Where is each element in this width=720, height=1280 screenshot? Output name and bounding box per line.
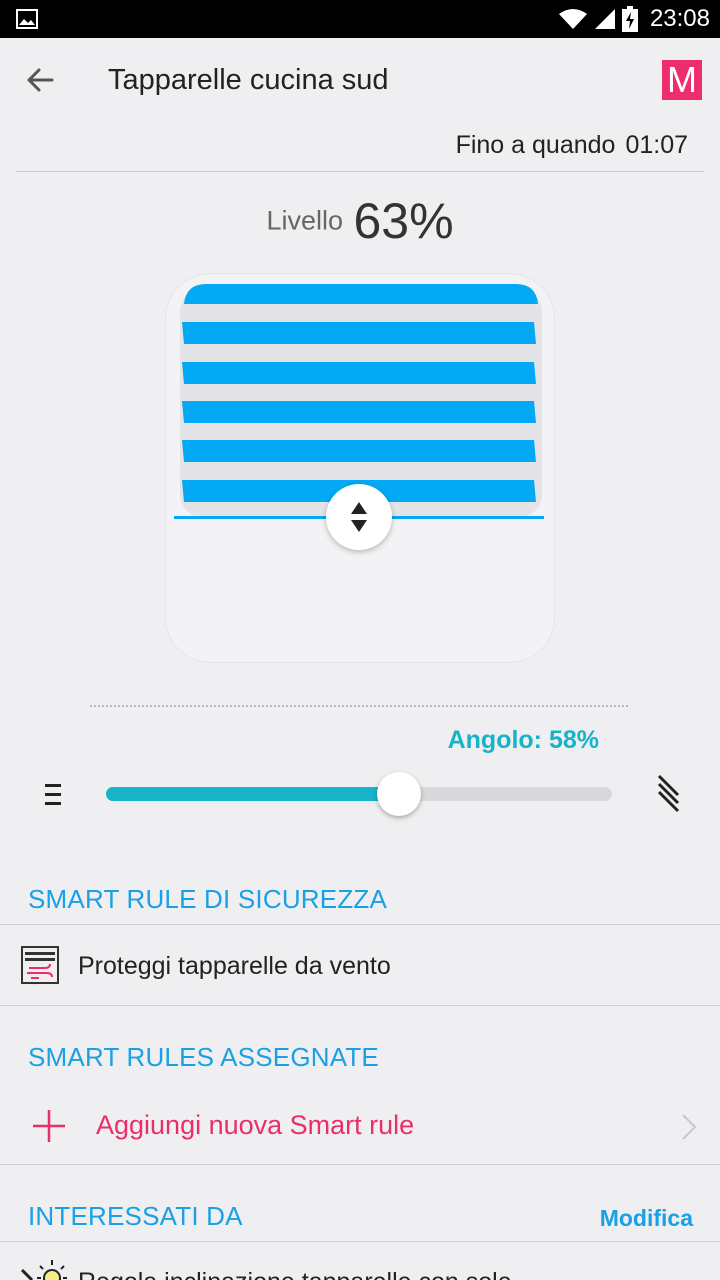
- affected-rule-label: Regola inclinazione tapparelle con sole: [78, 1268, 512, 1280]
- signal-icon: [594, 9, 615, 29]
- security-rule-item[interactable]: Proteggi tapparelle da vento: [0, 925, 720, 1005]
- edit-button[interactable]: Modifica: [600, 1205, 693, 1232]
- angle-slider[interactable]: [106, 772, 612, 816]
- section-title-affected: INTERESSATI DA: [28, 1201, 243, 1231]
- slats-tilted-icon: [657, 774, 680, 813]
- blind-slat: [184, 284, 538, 304]
- add-smart-rule-row[interactable]: Aggiungi nuova Smart rule: [0, 1090, 720, 1162]
- divider: [0, 1005, 720, 1006]
- security-rule-label: Proteggi tapparelle da vento: [78, 952, 391, 980]
- level-display: Livello 63%: [0, 192, 720, 250]
- angle-slider-fill: [106, 787, 399, 801]
- blind-illustration: [174, 284, 544, 519]
- level-label: Livello: [266, 205, 343, 236]
- angle-label: Angolo: 58%: [447, 726, 599, 754]
- section-title-security: SMART RULE DI SICUREZZA: [28, 884, 388, 914]
- until-row[interactable]: Fino a quando 01:07: [456, 131, 688, 160]
- until-time: 01:07: [625, 131, 688, 159]
- blind-slat: [182, 322, 536, 344]
- gallery-icon: [16, 9, 38, 29]
- chevron-right-icon: [682, 1114, 697, 1140]
- plus-icon: [33, 1110, 65, 1142]
- page-title: Tapparelle cucina sud: [108, 64, 389, 96]
- status-bar: 23:08: [0, 0, 720, 38]
- affected-rule-item[interactable]: Regola inclinazione tapparelle con sole: [0, 1242, 720, 1280]
- divider: [16, 171, 704, 172]
- level-value: 63%: [353, 193, 454, 249]
- status-time: 23:08: [649, 5, 710, 32]
- blind-slat: [182, 362, 536, 384]
- sun-icon: [20, 1260, 67, 1280]
- dotted-divider: [90, 705, 628, 707]
- blind-slat: [182, 401, 536, 423]
- add-smart-rule-label: Aggiungi nuova Smart rule: [96, 1110, 415, 1140]
- app-header: Tapparelle cucina sud M: [0, 38, 720, 124]
- blind-slat: [182, 440, 536, 462]
- until-label: Fino a quando: [455, 131, 616, 159]
- battery-charging-icon: [621, 6, 638, 32]
- wifi-icon: [558, 9, 587, 29]
- back-arrow-icon[interactable]: [22, 62, 62, 98]
- up-down-arrows-icon: [351, 502, 367, 532]
- blind-control[interactable]: [166, 274, 554, 662]
- divider: [0, 1164, 720, 1165]
- section-title-assigned: SMART RULES ASSEGNATE: [28, 1042, 379, 1072]
- angle-slider-thumb[interactable]: [377, 772, 421, 816]
- wind-shutter-icon: [21, 946, 59, 984]
- brand-logo[interactable]: M: [662, 60, 702, 100]
- blind-drag-handle[interactable]: [326, 484, 392, 550]
- slats-horizontal-icon: [45, 784, 61, 805]
